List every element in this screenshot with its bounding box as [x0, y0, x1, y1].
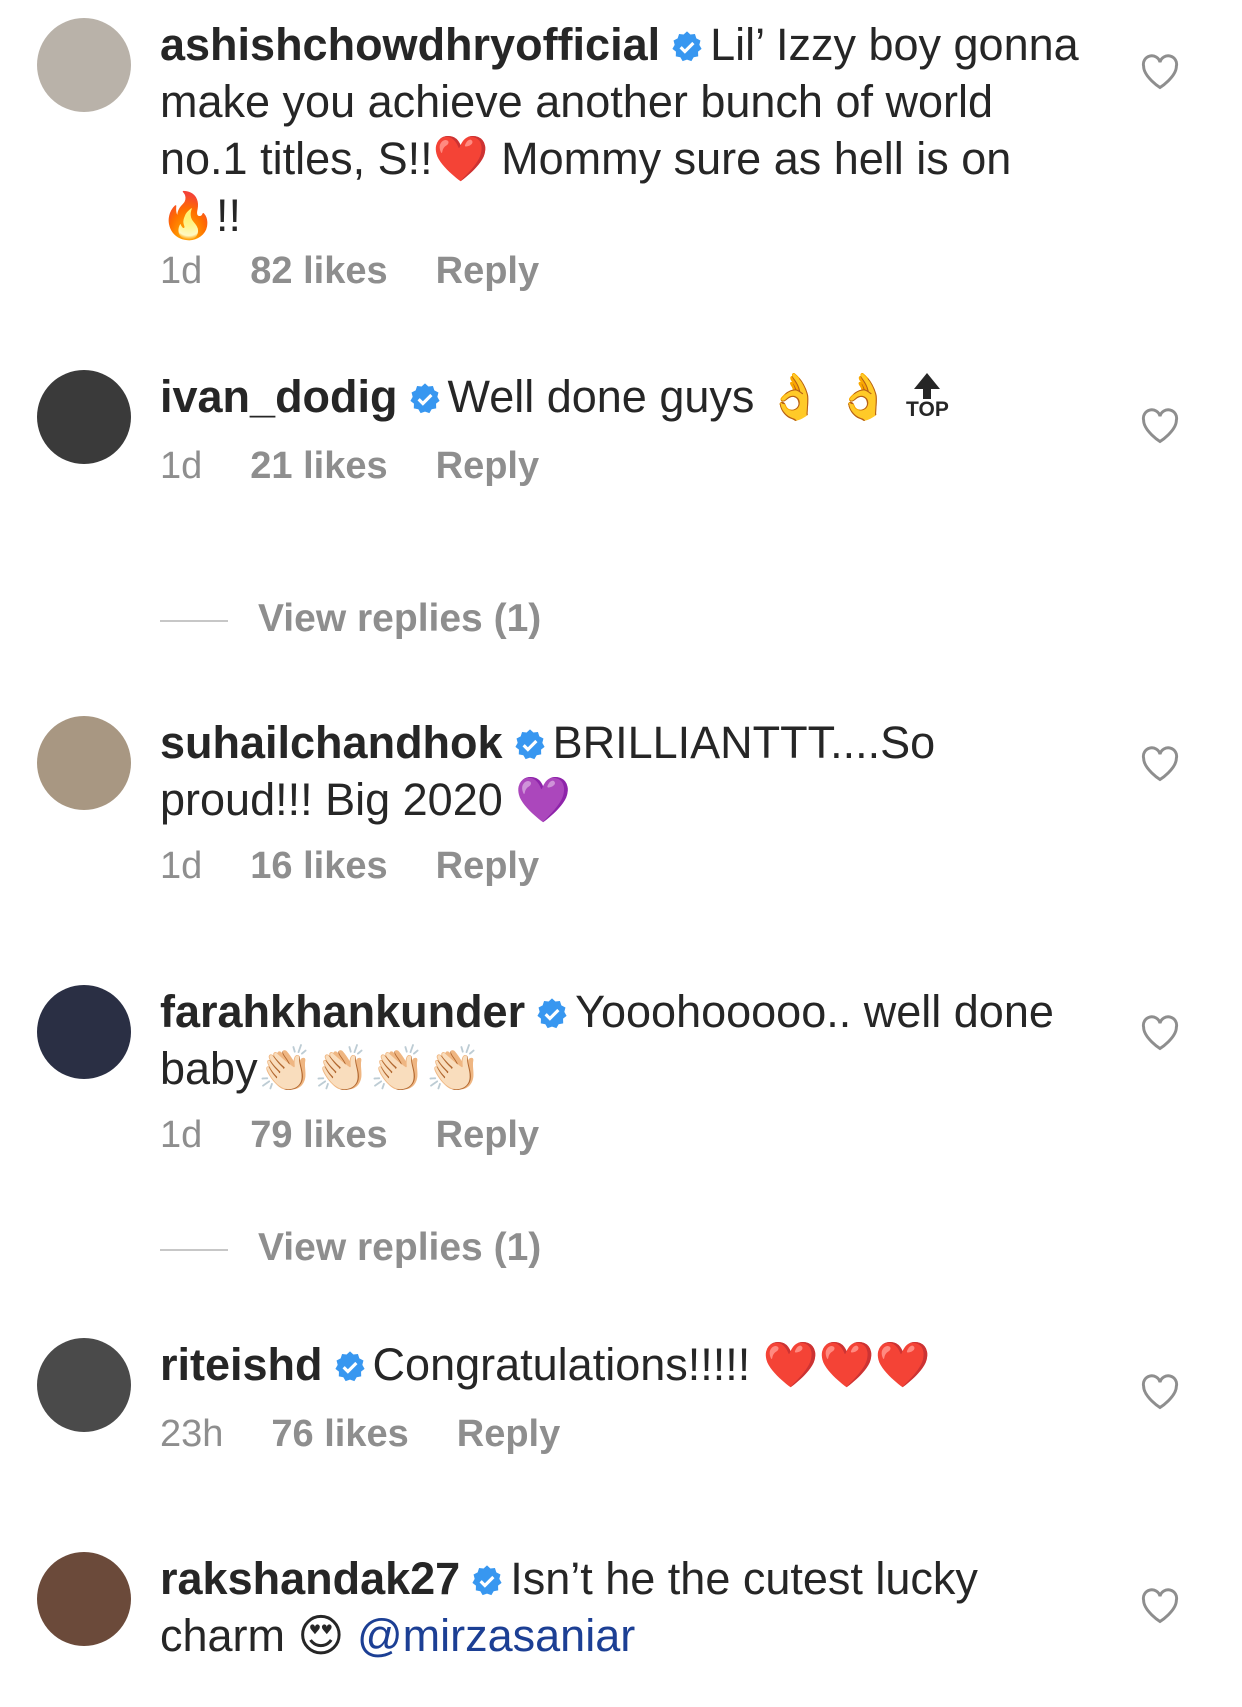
comment-text: Well done guys 👌 👌	[447, 371, 892, 422]
comment-body: riteishd Congratulations!!!!! ❤️❤️❤️	[160, 1336, 1090, 1393]
avatar[interactable]	[37, 1552, 131, 1646]
avatar[interactable]	[37, 18, 131, 112]
reply-button[interactable]: Reply	[436, 250, 539, 292]
heart-outline-icon[interactable]	[1140, 1374, 1180, 1410]
heart-outline-icon[interactable]	[1140, 408, 1180, 444]
heart-outline-icon[interactable]	[1140, 1588, 1180, 1624]
comment-text: Congratulations!!!!! ❤️❤️❤️	[372, 1339, 931, 1390]
top-badge: TOP	[905, 373, 949, 421]
verified-badge-icon	[409, 383, 440, 414]
comment-body: suhailchandhok BRILLIANTTT....So proud!!!…	[160, 714, 1090, 828]
view-replies-button[interactable]: View replies (1)	[160, 1226, 541, 1270]
top-label: TOP	[906, 398, 949, 421]
comment-meta: 1d 82 likes Reply	[160, 250, 587, 293]
verified-badge-icon	[537, 998, 567, 1029]
likes-count[interactable]: 76 likes	[271, 1413, 408, 1455]
view-replies-button[interactable]: View replies (1)	[160, 597, 541, 641]
reply-button[interactable]: Reply	[457, 1413, 560, 1455]
comment-body: farahkhankunder Yooohooooo.. well done ba…	[160, 983, 1090, 1097]
reply-button[interactable]: Reply	[436, 445, 539, 487]
verified-badge-icon	[334, 1351, 365, 1382]
view-replies-label: View replies (1)	[258, 597, 542, 640]
likes-count[interactable]: 79 likes	[250, 1114, 387, 1156]
divider-line	[160, 619, 228, 622]
likes-count[interactable]: 16 likes	[250, 845, 387, 887]
comment-time: 1d	[160, 445, 203, 487]
view-replies-label: View replies (1)	[258, 1226, 542, 1269]
comment-time: 1d	[160, 845, 203, 887]
avatar[interactable]	[37, 370, 131, 464]
avatar[interactable]	[37, 716, 131, 810]
comment-username[interactable]: farahkhankunder	[160, 986, 525, 1037]
verified-badge-icon	[672, 31, 702, 62]
heart-outline-icon[interactable]	[1140, 1015, 1180, 1051]
likes-count[interactable]: 21 likes	[250, 445, 387, 487]
heart-outline-icon[interactable]	[1140, 54, 1180, 90]
comment-username[interactable]: ivan_dodig	[160, 371, 398, 422]
comment-meta: 1d 16 likes Reply	[160, 845, 587, 888]
avatar[interactable]	[37, 1338, 131, 1432]
verified-badge-icon	[514, 729, 545, 760]
comment-time: 1d	[160, 1114, 203, 1156]
avatar[interactable]	[37, 985, 131, 1079]
reply-button[interactable]: Reply	[436, 845, 539, 887]
comment-body: rakshandak27 Isn’t he the cutest lucky ch…	[160, 1550, 1090, 1664]
comment-body: ivan_dodig Well done guys 👌 👌 TOP	[160, 368, 1090, 425]
top-arrow-icon	[914, 373, 941, 389]
comment-meta: 1d 21 likes Reply	[160, 445, 587, 488]
mention-link[interactable]: @mirzasaniar	[357, 1610, 635, 1661]
comment-username[interactable]: ashishchowdhryofficial	[160, 19, 660, 70]
comment-body: ashishchowdhryofficial Lil’ Izzy boy gonn…	[160, 16, 1090, 244]
comment-username[interactable]: suhailchandhok	[160, 717, 503, 768]
divider-line	[160, 1248, 228, 1251]
comment-username[interactable]: rakshandak27	[160, 1553, 460, 1604]
comment-time: 23h	[160, 1413, 224, 1455]
comment-time: 1d	[160, 250, 203, 292]
reply-button[interactable]: Reply	[436, 1114, 539, 1156]
comment-meta: 1d 79 likes Reply	[160, 1114, 587, 1157]
comment-username[interactable]: riteishd	[160, 1339, 323, 1390]
heart-outline-icon[interactable]	[1140, 746, 1180, 782]
verified-badge-icon	[472, 1565, 502, 1596]
likes-count[interactable]: 82 likes	[250, 250, 387, 292]
comment-meta: 23h 76 likes Reply	[160, 1413, 608, 1456]
